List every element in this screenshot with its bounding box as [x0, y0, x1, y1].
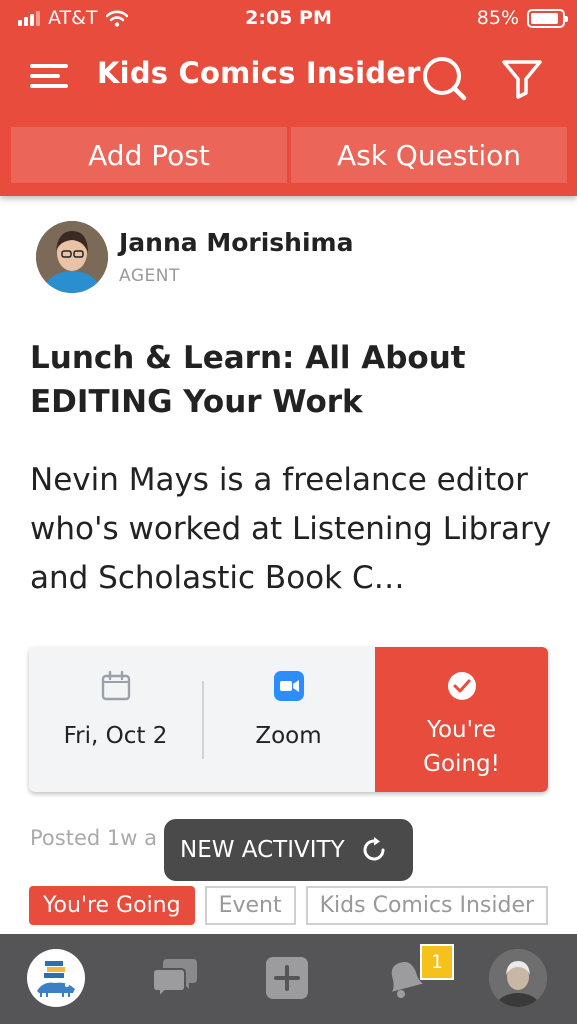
search-icon[interactable] [420, 54, 468, 102]
chat-bubbles-icon [152, 959, 197, 1000]
event-location: Zoom [202, 647, 375, 792]
author-role: AGENT [119, 266, 180, 286]
author-photo-icon [36, 221, 108, 293]
event-date-label: Fri, Oct 2 [63, 723, 168, 749]
rsvp-line-2: Going! [423, 751, 500, 777]
tag-community[interactable]: Kids Comics Insider [305, 886, 548, 925]
event-location-label: Zoom [255, 723, 322, 749]
status-bar: AT&T 2:05 PM 85% [0, 0, 577, 38]
battery-icon [527, 8, 568, 28]
app-header: AT&T 2:05 PM 85% Kids Comics Insider Add… [0, 0, 577, 196]
bottom-tab-bar [0, 934, 577, 1024]
zoom-icon [273, 671, 304, 701]
posted-time: Posted 1w a [30, 826, 157, 850]
post-title[interactable]: Lunch & Learn: All About EDITING Your Wo… [30, 336, 550, 424]
notifications-badge: 1 [420, 944, 454, 980]
add-post-button[interactable]: Add Post [11, 127, 287, 183]
post-excerpt[interactable]: Nevin Mays is a freelance editor who's w… [30, 456, 560, 603]
action-row: Add Post Ask Question [11, 127, 567, 183]
battery-percent: 85% [476, 7, 519, 29]
profile-photo-icon [489, 949, 547, 1007]
ask-question-button[interactable]: Ask Question [291, 127, 567, 183]
community-title: Kids Comics Insider [97, 56, 421, 90]
plus-icon [266, 957, 308, 999]
author-avatar[interactable] [36, 221, 108, 293]
top-bar: Kids Comics Insider [0, 44, 577, 110]
check-circle-icon [447, 672, 476, 700]
tag-youre-going[interactable]: You're Going [29, 886, 195, 925]
event-card: Fri, Oct 2 Zoom You're Going! [29, 647, 548, 792]
messages-tab[interactable] [146, 948, 206, 1008]
create-tab[interactable] [257, 948, 317, 1008]
refresh-icon [363, 837, 385, 861]
filter-icon[interactable] [500, 56, 544, 100]
tag-event[interactable]: Event [204, 886, 296, 925]
hamburger-menu-icon[interactable] [30, 60, 70, 92]
profile-tab-avatar[interactable] [489, 949, 547, 1007]
post-tags: You're Going Event Kids Comics Insider [29, 886, 548, 926]
new-activity-label: NEW ACTIVITY [180, 837, 345, 863]
event-date: Fri, Oct 2 [29, 647, 202, 792]
new-activity-toast[interactable]: NEW ACTIVITY [164, 819, 413, 881]
rsvp-label: You're Going! [423, 713, 500, 781]
rsvp-going-button[interactable]: You're Going! [375, 647, 548, 792]
author-name[interactable]: Janna Morishima [119, 228, 353, 257]
home-tab[interactable] [27, 949, 85, 1007]
status-right: 85% [476, 7, 568, 29]
rsvp-line-1: You're [426, 717, 497, 743]
calendar-icon [101, 670, 130, 701]
community-logo-icon [37, 961, 75, 997]
